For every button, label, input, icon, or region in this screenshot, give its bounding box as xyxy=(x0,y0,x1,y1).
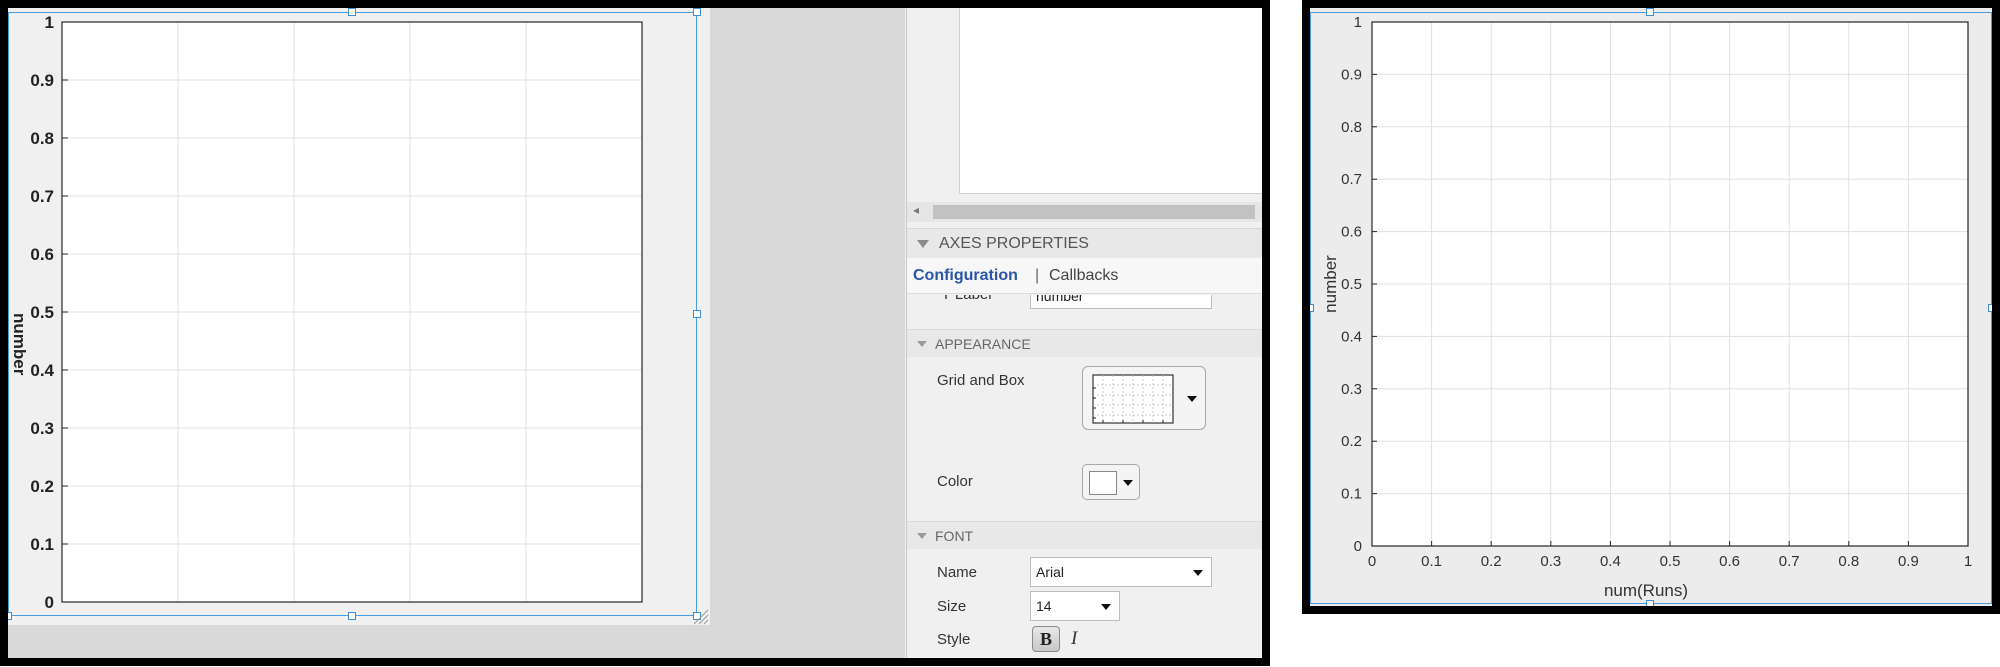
tab-configuration[interactable]: Configuration xyxy=(913,258,1018,294)
grid-and-box-label: Grid and Box xyxy=(937,372,1025,389)
collapse-triangle-icon xyxy=(917,533,927,539)
tab-separator: | xyxy=(1035,267,1040,284)
font-style-label: Style xyxy=(937,631,971,648)
chevron-down-icon xyxy=(1101,604,1111,610)
designer-window: 0 0.1 0.2 0.3 0.4 0.5 0.6 0.7 0.8 0.9 1 number ◂ A… xyxy=(0,0,1270,666)
axes-properties-header[interactable]: AXES PROPERTIES xyxy=(907,228,1262,258)
resize-handle-top[interactable] xyxy=(1646,8,1654,16)
axes-selection-outline xyxy=(8,12,697,616)
grid-and-box-selector[interactable] xyxy=(1082,366,1206,430)
font-size-value: 14 xyxy=(1036,598,1052,614)
resize-handle-left[interactable] xyxy=(1310,304,1314,312)
italic-toggle-button[interactable]: I xyxy=(1071,628,1077,650)
resize-handle-bottom[interactable] xyxy=(348,612,356,620)
scrollbar-thumb[interactable] xyxy=(933,205,1255,219)
chevron-down-icon xyxy=(1193,570,1203,576)
color-picker-button[interactable] xyxy=(1082,464,1140,500)
resize-handle-bottom[interactable] xyxy=(1646,600,1654,606)
chevron-down-icon xyxy=(1123,480,1133,486)
collapse-triangle-icon xyxy=(917,341,927,347)
bold-toggle-button[interactable]: B xyxy=(1032,626,1060,652)
tab-callbacks[interactable]: Callbacks xyxy=(1049,258,1118,294)
horizontal-scrollbar[interactable]: ◂ xyxy=(907,202,1262,222)
scroll-left-icon[interactable]: ◂ xyxy=(913,203,919,217)
resize-handle-right[interactable] xyxy=(693,310,701,318)
collapse-triangle-icon xyxy=(917,240,929,248)
ylabel-input[interactable]: number xyxy=(1030,295,1212,309)
font-header[interactable]: FONT xyxy=(907,521,1262,549)
resize-handle-top[interactable] xyxy=(348,8,356,16)
appearance-header[interactable]: APPEARANCE xyxy=(907,329,1262,357)
ylabel-row-clipped: Y Label number xyxy=(907,295,1262,309)
font-name-value: Arial xyxy=(1036,564,1065,580)
canvas-resize-grip-icon[interactable] xyxy=(690,606,710,626)
component-browser-area xyxy=(959,8,1262,194)
component-inspector: ◂ AXES PROPERTIES Configuration | Callba… xyxy=(906,8,1262,658)
resize-handle-right[interactable] xyxy=(1988,304,1992,312)
font-name-dropdown[interactable]: Arial xyxy=(1030,557,1212,587)
font-size-label: Size xyxy=(937,598,967,615)
font-size-dropdown[interactable]: 14 xyxy=(1030,591,1120,621)
font-name-label: Name xyxy=(937,564,978,581)
resize-handle-bottom-left[interactable] xyxy=(8,612,12,620)
axes-selection-outline xyxy=(1310,12,1992,604)
chevron-down-icon xyxy=(1187,396,1197,402)
ylabel-label: Y Label xyxy=(941,295,992,303)
inspector-tabs: Configuration | Callbacks xyxy=(907,258,1262,294)
grid-box-preview-icon xyxy=(1092,374,1174,424)
axes-preview-window: 0 0.1 0.2 0.3 0.4 0.5 0.6 0.7 0.8 0.9 1 0 0.1 0.2 0.3… xyxy=(1302,0,2000,614)
color-swatch xyxy=(1089,471,1117,495)
resize-handle-top-right[interactable] xyxy=(693,8,701,16)
color-label: Color xyxy=(937,473,973,490)
